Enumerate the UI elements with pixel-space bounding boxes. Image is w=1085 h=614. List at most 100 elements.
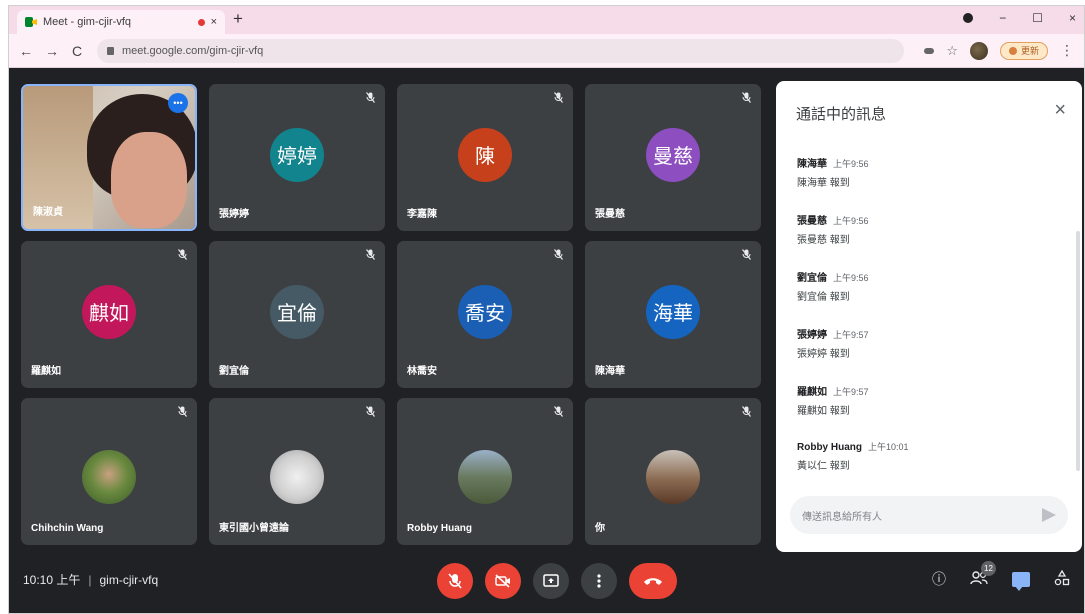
chat-input-placeholder: 傳送訊息給所有人 <box>802 511 882 523</box>
chat-icon[interactable] <box>1012 571 1030 591</box>
mic-off-icon <box>742 406 751 420</box>
clock-time: 10:10 上午 <box>23 573 81 587</box>
participant-tile[interactable]: 喬安 林喬安 <box>397 241 573 388</box>
meet-stage: ••• 陳淑貞 婷婷 張婷婷陳李嘉陳 曼慈 張曼慈 麒如 羅麒如 宜倫 劉宜倫 喬安 林喬安 海華 陳海華… <box>9 69 1084 613</box>
forward-button[interactable]: → <box>45 43 59 59</box>
participant-tile[interactable]: Chihchin Wang <box>21 398 197 545</box>
participant-tile[interactable]: 麒如 羅麒如 <box>21 241 197 388</box>
bottom-bar: 10:10 上午 | gim-cjir-vfq ⓘ 12 <box>9 559 1084 613</box>
tab-strip: Meet - gim-cjir-vfq × + − ☐ × <box>9 6 1084 34</box>
chat-message: 羅麒如 上午9:57 羅麒如 報到 <box>797 383 869 417</box>
participant-name: 張婷婷 <box>219 209 249 220</box>
camera-toggle-button[interactable] <box>485 563 521 599</box>
url-text: meet.google.com/gim-cjir-vfq <box>122 44 264 57</box>
meeting-info: 10:10 上午 | gim-cjir-vfq <box>23 571 158 588</box>
participant-name: 陳淑貞 <box>33 207 63 218</box>
key-icon[interactable] <box>924 47 935 54</box>
message-sender: 張曼慈 上午9:56 <box>797 216 869 227</box>
participant-tile[interactable]: 你 <box>585 398 761 545</box>
participant-name: 你 <box>595 523 605 534</box>
participant-name: 張曼慈 <box>595 209 625 220</box>
present-icon <box>543 574 559 587</box>
activities-button[interactable] <box>1054 569 1070 589</box>
update-button[interactable]: 更新 <box>999 41 1048 60</box>
chat-scrollbar[interactable] <box>1076 231 1080 471</box>
chat-message: 張曼慈 上午9:56 張曼慈 報到 <box>797 212 869 246</box>
window-close-button[interactable]: × <box>1069 11 1076 25</box>
update-label: 更新 <box>1020 46 1039 56</box>
mic-off-icon <box>554 249 563 263</box>
mic-off-icon <box>742 249 751 263</box>
side-controls: ⓘ 12 <box>932 560 1070 591</box>
participant-tile[interactable]: 宜倫劉宜倫 <box>209 241 385 388</box>
chat-message: 劉宜倫 上午9:56 劉宜倫 報到 <box>797 269 869 303</box>
message-sender: Robby Huang 上午10:01 <box>797 442 909 453</box>
message-sender: 羅麒如 上午9:57 <box>797 387 869 398</box>
window-controls: − ☐ × <box>963 11 1076 25</box>
people-button[interactable]: 12 <box>970 560 996 588</box>
mic-off-icon <box>742 92 751 106</box>
avatar: 宜倫 <box>270 284 324 339</box>
message-text: 張曼慈 報到 <box>797 235 850 246</box>
mic-off-icon <box>178 249 187 263</box>
mic-off-icon <box>554 92 563 106</box>
maximize-button[interactable]: ☐ <box>1032 11 1043 25</box>
back-button[interactable]: ← <box>19 43 33 59</box>
participant-name: 羅麒如 <box>31 366 61 377</box>
send-icon[interactable] <box>1042 508 1056 522</box>
toolbar-actions: ☆ 更新 ⋮ <box>924 41 1074 60</box>
message-time: 上午9:56 <box>833 159 869 169</box>
more-options-button[interactable] <box>581 563 617 599</box>
participant-tile[interactable]: 海華 陳海華 <box>585 241 761 388</box>
profile-avatar[interactable] <box>969 41 988 60</box>
message-text: 黃以仁 報到 <box>797 461 850 472</box>
participant-tile[interactable]: 陳李嘉陳 <box>397 84 573 231</box>
message-time: 上午9:56 <box>833 216 869 226</box>
browser-tab[interactable]: Meet - gim-cjir-vfq × <box>17 10 225 34</box>
chat-input[interactable]: 傳送訊息給所有人 <box>790 496 1068 534</box>
hangup-icon <box>644 578 662 585</box>
browser-window: Meet - gim-cjir-vfq × + − ☐ × ← → C meet… <box>8 5 1085 614</box>
meeting-code: gim-cjir-vfq <box>99 572 159 587</box>
chat-message: 張婷婷 上午9:57 張婷婷 報到 <box>797 326 869 360</box>
mic-off-icon <box>366 406 375 420</box>
recording-indicator-icon <box>197 18 205 26</box>
present-screen-button[interactable] <box>533 563 569 599</box>
message-sender: 陳海華 上午9:56 <box>797 159 869 170</box>
new-tab-button[interactable]: + <box>233 9 243 29</box>
leave-call-button[interactable] <box>629 563 677 599</box>
message-sender: 劉宜倫 上午9:56 <box>797 273 869 284</box>
url-bar[interactable]: meet.google.com/gim-cjir-vfq <box>97 38 905 63</box>
chat-message: 陳海華 上午9:56 陳海華 報到 <box>797 155 869 189</box>
participant-tile[interactable]: ••• 陳淑貞 <box>21 84 197 231</box>
call-controls <box>437 563 677 599</box>
message-text: 劉宜倫 報到 <box>797 292 850 303</box>
meeting-details-icon[interactable]: ⓘ <box>932 569 946 589</box>
avatar: 陳 <box>458 127 512 182</box>
participant-tile[interactable]: 婷婷張婷婷 <box>209 84 385 231</box>
browser-menu-icon[interactable]: ⋮ <box>1060 42 1074 59</box>
mic-off-icon <box>366 92 375 106</box>
avatar <box>458 449 512 504</box>
avatar: 婷婷 <box>270 127 324 182</box>
bookmark-star-icon[interactable]: ☆ <box>946 43 958 59</box>
profile-indicator-icon[interactable] <box>963 13 974 23</box>
chat-close-button[interactable]: × <box>1054 99 1066 122</box>
mic-off-icon <box>178 406 187 420</box>
message-time: 上午9:57 <box>833 330 869 340</box>
participant-name: 林喬安 <box>407 366 437 377</box>
update-avatar-icon <box>1008 46 1017 55</box>
message-time: 上午9:56 <box>833 273 869 283</box>
participant-tile[interactable]: Robby Huang <box>397 398 573 545</box>
participant-tile[interactable]: 東引國小曾遠論 <box>209 398 385 545</box>
participant-name: 劉宜倫 <box>219 366 249 377</box>
tab-title: Meet - gim-cjir-vfq <box>43 16 132 28</box>
message-text: 陳海華 報到 <box>797 178 850 189</box>
mic-toggle-button[interactable] <box>437 563 473 599</box>
tab-close-button[interactable]: × <box>211 16 217 28</box>
tile-options-icon[interactable]: ••• <box>168 93 188 113</box>
activities-icon <box>1054 569 1070 585</box>
minimize-button[interactable]: − <box>999 11 1006 25</box>
reload-button[interactable]: C <box>71 43 83 59</box>
participant-tile[interactable]: 曼慈 張曼慈 <box>585 84 761 231</box>
